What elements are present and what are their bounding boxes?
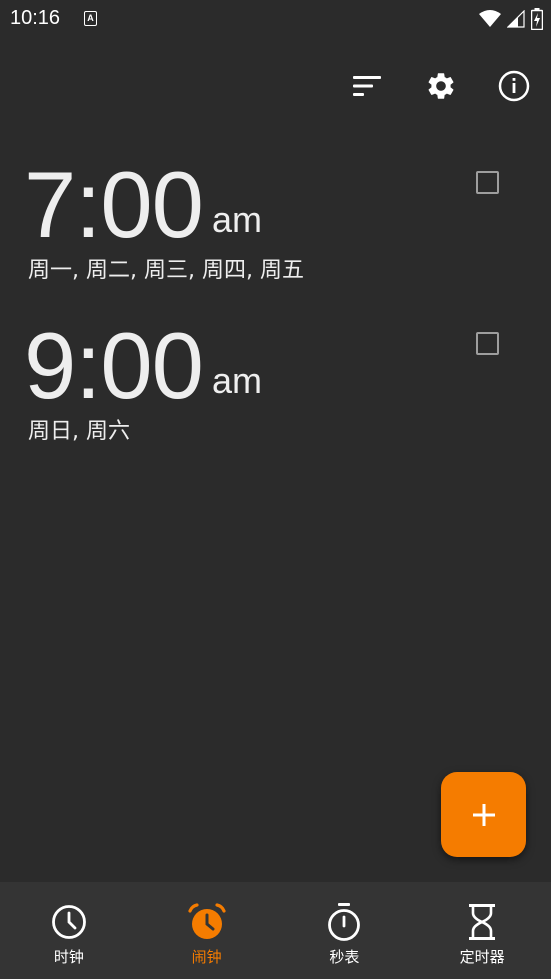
nav-item-stopwatch[interactable]: 秒表 (276, 882, 414, 979)
nav-label-clock: 时钟 (53, 948, 84, 966)
hourglass-icon (469, 904, 496, 940)
nav-label-stopwatch: 秒表 (329, 948, 360, 966)
plus-icon (472, 803, 495, 826)
alarm-ampm: am (212, 199, 263, 240)
alarm-days: 周一, 周二, 周三, 周四, 周五 (28, 258, 304, 283)
alarm-item[interactable]: 7:00 am 周一, 周二, 周三, 周四, 周五 (0, 158, 551, 308)
nav-item-timer[interactable]: 定时器 (413, 882, 551, 979)
stopwatch-icon (328, 903, 361, 941)
nav-icon-wrap (462, 902, 502, 942)
gear-icon (428, 73, 454, 99)
about-button[interactable] (494, 66, 534, 106)
sort-button[interactable] (347, 66, 387, 106)
info-icon (498, 70, 530, 102)
status-indicators (479, 8, 543, 30)
add-alarm-button[interactable] (441, 772, 526, 857)
nav-label-alarm: 闹钟 (191, 948, 222, 966)
battery-charging-icon (531, 8, 543, 30)
nav-icon-wrap (324, 902, 364, 942)
sort-icon (353, 76, 381, 96)
cell-signal-icon (507, 10, 525, 28)
alarm-item[interactable]: 9:00 am 周日, 周六 (0, 319, 551, 469)
notification-icon: A (84, 11, 97, 26)
alarm-enable-checkbox[interactable] (476, 171, 499, 194)
clock-icon (51, 905, 86, 939)
settings-button[interactable] (421, 66, 461, 106)
nav-item-alarm[interactable]: 闹钟 (138, 882, 276, 979)
alarm-screen: 10:16 A 7:00 am 周一, 周二, 周三, 周四, 周五 9:00 … (0, 0, 551, 979)
status-time: 10:16 (10, 7, 61, 29)
status-bar: 10:16 A (0, 0, 551, 38)
nav-item-clock[interactable]: 时钟 (0, 882, 138, 979)
alarm-time: 9:00 (24, 313, 204, 418)
alarm-days: 周日, 周六 (28, 419, 130, 444)
alarm-enable-checkbox[interactable] (476, 332, 499, 355)
nav-label-timer: 定时器 (459, 948, 505, 966)
nav-icon-wrap (49, 902, 89, 942)
bottom-navigation: 时钟 闹钟 秒表 定时器 (0, 882, 551, 979)
wifi-icon (479, 10, 501, 27)
alarm-ampm: am (212, 360, 263, 401)
nav-icon-wrap (187, 902, 227, 942)
alarm-time: 7:00 (24, 152, 204, 257)
alarm-clock-icon (188, 903, 226, 939)
